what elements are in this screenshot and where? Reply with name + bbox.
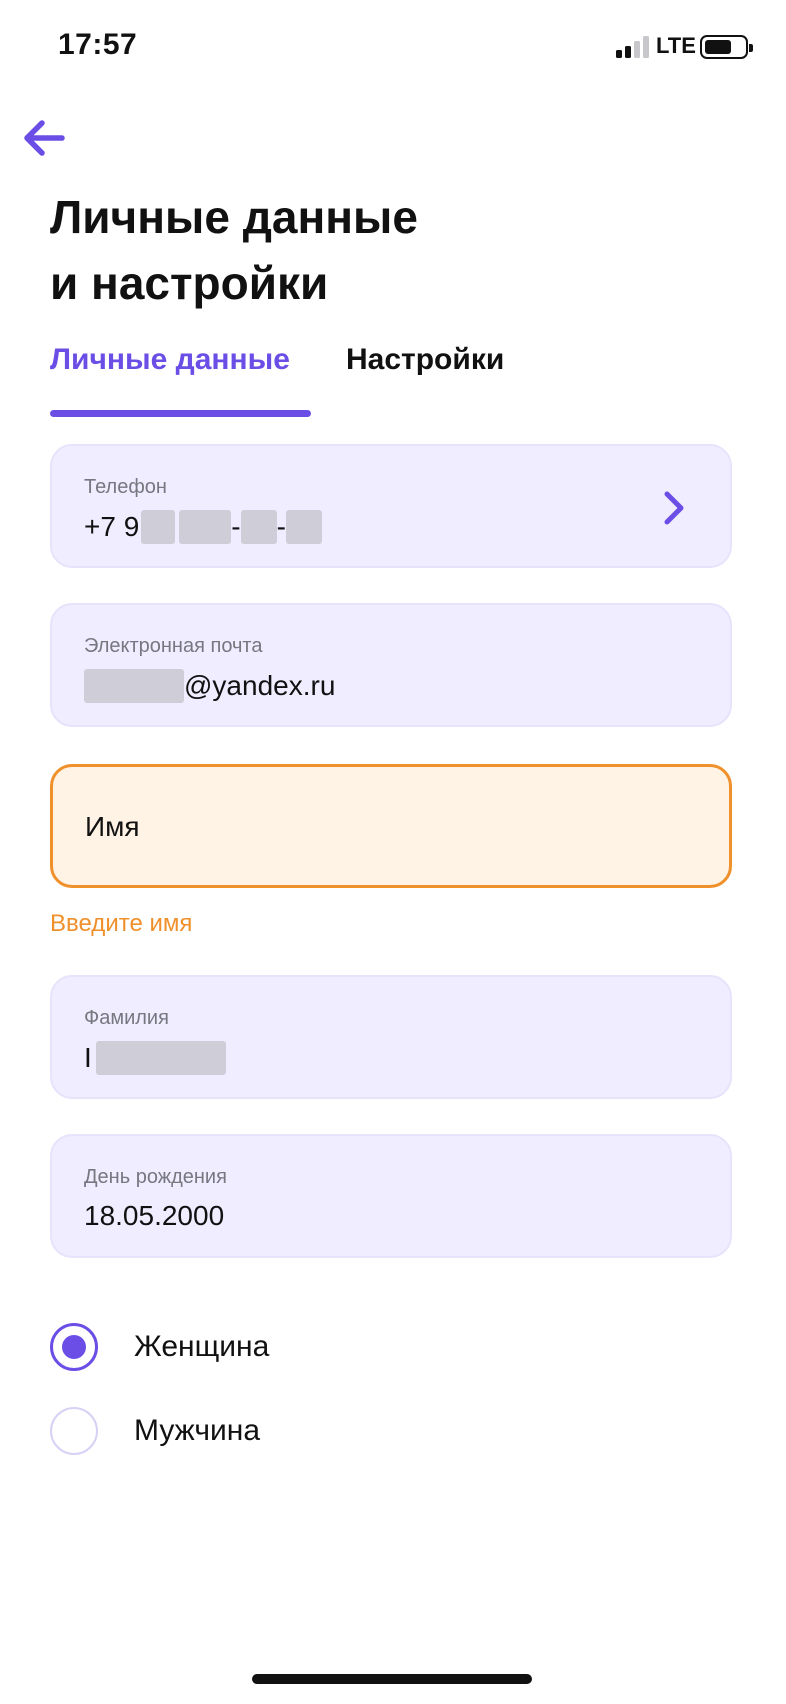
chevron-right-icon bbox=[664, 491, 684, 525]
lastname-field[interactable]: Фамилия I bbox=[50, 975, 732, 1099]
phone-label: Телефон bbox=[84, 476, 167, 498]
gender-label-female: Женщина bbox=[134, 1330, 270, 1363]
phone-prefix: +7 9 bbox=[84, 511, 140, 542]
lastname-label: Фамилия bbox=[84, 1007, 169, 1029]
gender-label-male: Мужчина bbox=[134, 1414, 261, 1447]
name-placeholder: Имя bbox=[85, 811, 140, 842]
phone-field[interactable]: Телефон +7 9 - - bbox=[50, 444, 732, 568]
phone-dash: - bbox=[231, 511, 241, 542]
signal-icon bbox=[616, 36, 650, 58]
battery-icon bbox=[700, 35, 753, 59]
name-error-message: Введите имя bbox=[50, 910, 193, 937]
email-label: Электронная почта bbox=[84, 635, 263, 657]
birthday-value: 18.05.2000 bbox=[84, 1200, 225, 1231]
gender-option-male[interactable]: Мужчина bbox=[50, 1403, 650, 1459]
name-input[interactable]: Имя bbox=[50, 764, 732, 888]
page-title-line2: и настройки bbox=[50, 257, 329, 309]
masked-text bbox=[84, 669, 184, 703]
page-title: Личные данные и настройки bbox=[50, 184, 650, 316]
birthday-label: День рождения bbox=[84, 1166, 227, 1188]
masked-text bbox=[240, 510, 277, 544]
phone-dash: - bbox=[276, 511, 286, 542]
masked-text bbox=[95, 1041, 226, 1075]
lastname-prefix: I bbox=[84, 1042, 92, 1073]
lastname-value: I bbox=[84, 1041, 226, 1075]
network-type: LTE bbox=[656, 33, 696, 58]
back-button[interactable] bbox=[16, 110, 72, 166]
gender-option-female[interactable]: Женщина bbox=[50, 1319, 650, 1375]
status-bar: 17:57 LTE bbox=[0, 0, 786, 96]
page-title-line1: Личные данные bbox=[50, 191, 418, 243]
status-time: 17:57 bbox=[58, 28, 138, 61]
birthday-field[interactable]: День рождения 18.05.2000 bbox=[50, 1134, 732, 1258]
masked-text bbox=[179, 510, 232, 544]
arrow-left-icon bbox=[24, 120, 65, 156]
phone-value: +7 9 - - bbox=[84, 510, 322, 544]
email-value: @yandex.ru bbox=[84, 669, 335, 703]
active-tab-indicator bbox=[50, 410, 311, 417]
home-indicator bbox=[252, 1674, 532, 1684]
masked-text bbox=[141, 510, 176, 544]
tab-settings[interactable]: Настройки bbox=[346, 343, 504, 377]
radio-checked-icon[interactable] bbox=[50, 1323, 98, 1371]
email-domain: @yandex.ru bbox=[184, 670, 336, 701]
radio-unchecked-icon[interactable] bbox=[50, 1407, 98, 1455]
tab-personal-data[interactable]: Личные данные bbox=[50, 343, 290, 377]
email-field[interactable]: Электронная почта @yandex.ru bbox=[50, 603, 732, 727]
masked-text bbox=[285, 510, 322, 544]
